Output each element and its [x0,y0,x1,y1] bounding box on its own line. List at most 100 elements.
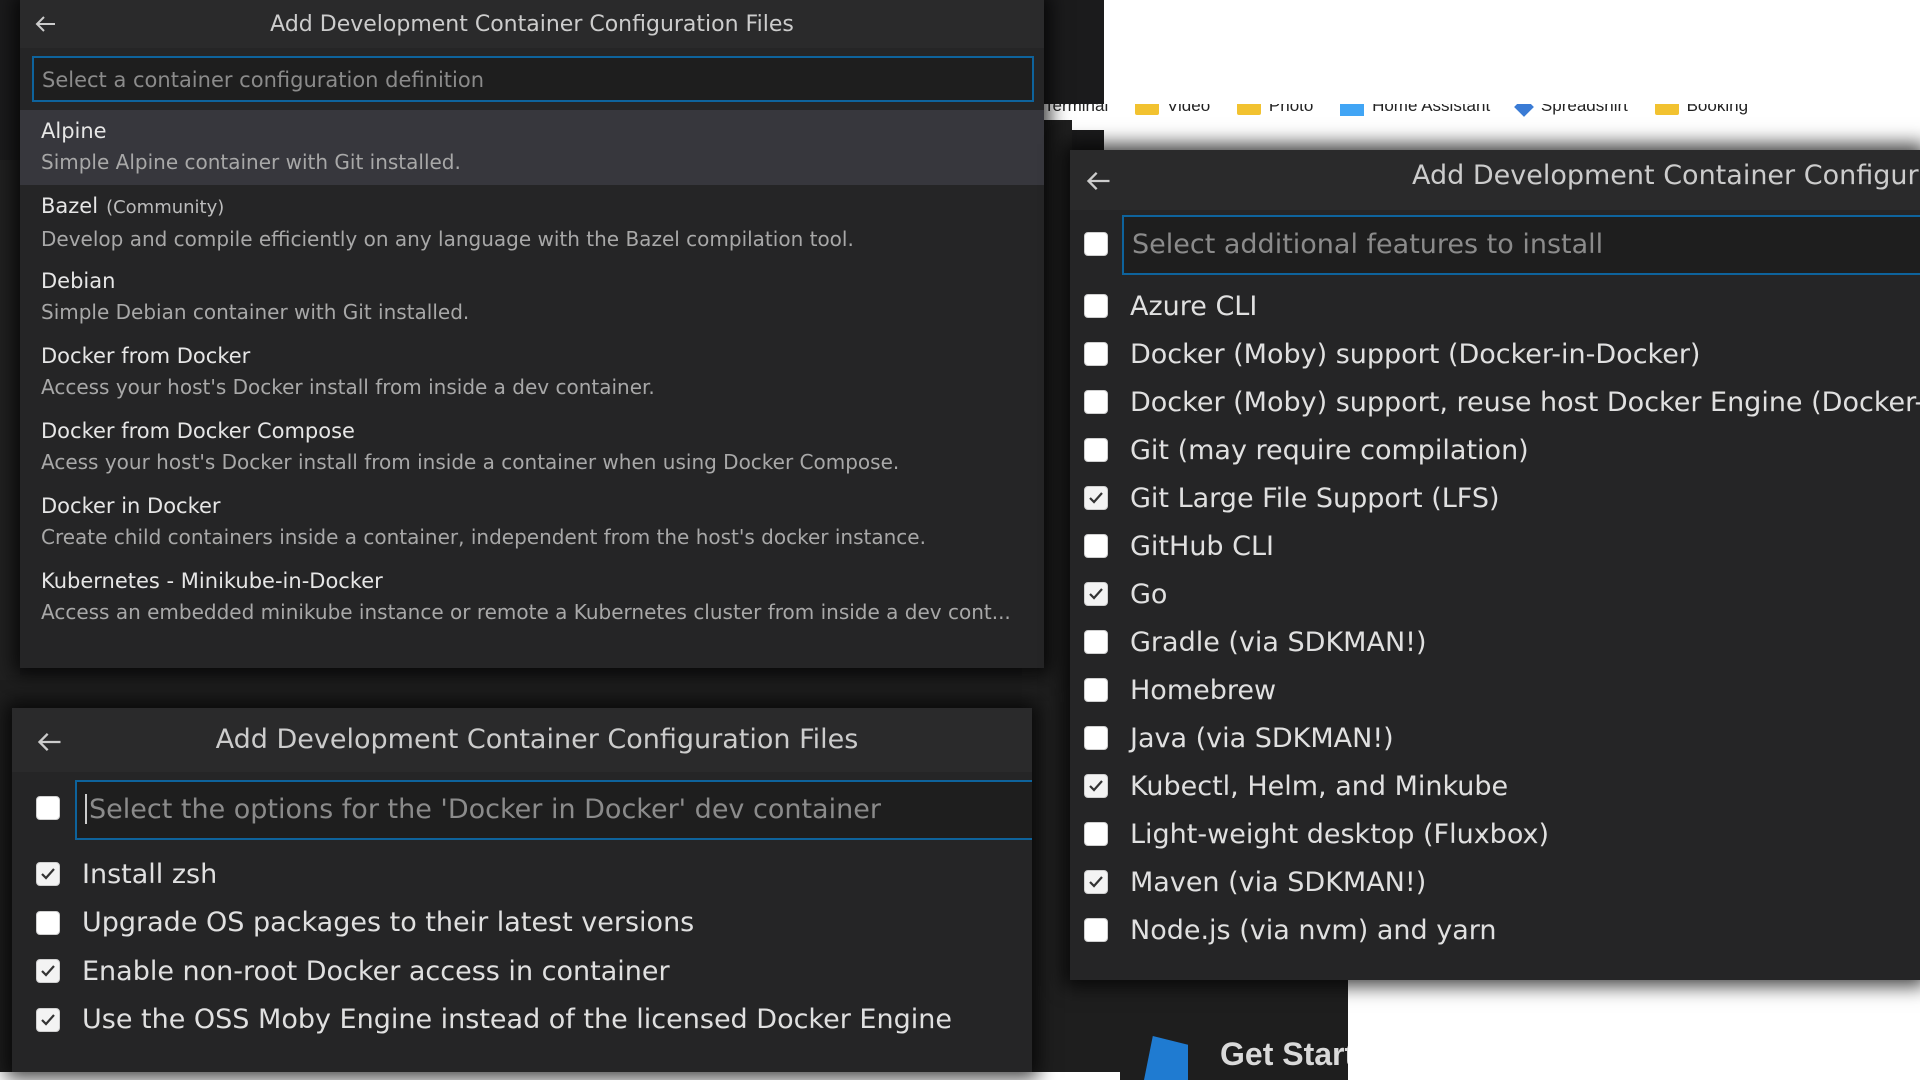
checkbox-icon[interactable] [1084,678,1108,702]
checkbox-icon[interactable] [1084,342,1108,366]
definition-description: Acess your host's Docker install from in… [41,450,900,474]
definition-description: Develop and compile efficiently on any l… [41,227,854,251]
checkbox-checked-icon[interactable] [36,959,60,984]
container-definition-quick-pick: Add Development Container Configuration … [20,0,1044,668]
checkbox-icon[interactable] [1084,438,1108,462]
quick-pick-title: Add Development Container Configura [1412,160,1920,191]
definition-item[interactable]: Docker from Docker Compose Acess your hos… [20,410,1044,485]
item-label: Enable non-root Docker access in contain… [82,955,670,987]
bookmark-home-assistant[interactable]: Home Assistant [1340,104,1490,116]
item-label: Git (may require compilation) [1130,434,1529,466]
select-all-checkbox[interactable] [36,796,60,820]
search-placeholder: Select the options for the 'Docker in Do… [89,794,881,825]
feature-item[interactable]: Azure CLI [1070,282,1920,330]
item-label: Gradle (via SDKMAN!) [1130,626,1427,658]
quick-pick-header: Add Development Container Configuration … [12,708,1032,772]
definition-item[interactable]: Debian Simple Debian container with Git i… [20,260,1044,335]
feature-item[interactable]: Light-weight desktop (Fluxbox) [1070,810,1920,858]
definition-description: Simple Debian container with Git install… [41,300,470,324]
options-list: Install zsh Upgrade OS packages to their … [12,850,1032,1044]
checkbox-checked-icon[interactable] [36,862,60,887]
search-input[interactable]: Select the options for the 'Docker in Do… [75,780,1032,840]
definition-item[interactable]: Docker in Docker Create child containers … [20,485,1044,560]
feature-item[interactable]: GitHub CLI [1070,522,1920,570]
back-arrow-icon[interactable] [1080,162,1118,200]
feature-item[interactable]: Java (via SDKMAN!) [1070,714,1920,762]
definition-description: Simple Alpine container with Git install… [41,150,461,174]
checkbox-icon[interactable] [1084,630,1108,654]
checkbox-icon[interactable] [1084,726,1108,750]
item-label: Install zsh [82,858,218,890]
definition-label: Bazel (Community) [41,191,1023,223]
get-started-label: Get Started [1220,1036,1348,1072]
get-started-tab[interactable]: Get Started [1120,1030,1348,1080]
select-all-checkbox[interactable] [1084,232,1108,256]
checkbox-icon[interactable] [1084,390,1108,414]
search-input[interactable]: Select a container configuration definit… [32,56,1034,102]
checkbox-checked-icon[interactable] [1084,870,1108,894]
quick-pick-title: Add Development Container Configuration … [270,12,794,37]
feature-item[interactable]: Docker (Moby) support (Docker-in-Docker) [1070,330,1920,378]
item-label: Kubectl, Helm, and Minkube [1130,770,1509,802]
feature-item[interactable]: Git (may require compilation) [1070,426,1920,474]
feature-item[interactable]: Kubectl, Helm, and Minkube [1070,762,1920,810]
item-label: Docker (Moby) support (Docker-in-Docker) [1130,338,1701,370]
definition-label: Docker from Docker [41,341,1023,371]
feature-item[interactable]: Homebrew [1070,666,1920,714]
item-label: Homebrew [1130,674,1277,706]
checkbox-checked-icon[interactable] [1084,774,1108,798]
folder-icon [1236,104,1261,115]
feature-item[interactable]: Gradle (via SDKMAN!) [1070,618,1920,666]
checkbox-icon[interactable] [1084,822,1108,846]
quick-pick-header: Add Development Container Configura [1070,150,1920,210]
item-label: Git Large File Support (LFS) [1130,482,1500,514]
item-label: Node.js (via nvm) and yarn [1130,914,1497,946]
definition-name: Kubernetes - Minikube-in-Docker [41,569,383,593]
feature-item[interactable]: Git Large File Support (LFS) [1070,474,1920,522]
feature-item[interactable]: Docker (Moby) support, reuse host Docker… [1070,378,1920,426]
folder-icon [1134,104,1159,115]
item-label: Use the OSS Moby Engine instead of the l… [82,1004,952,1036]
option-item[interactable]: Use the OSS Moby Engine instead of the l… [12,996,1032,1045]
definition-label: Debian [41,266,1023,296]
definition-item[interactable]: Bazel (Community) Develop and compile effi… [20,185,1044,260]
feature-item[interactable]: Maven (via SDKMAN!) [1070,858,1920,906]
definition-description: Create child containers inside a contain… [41,525,926,549]
definition-label: Alpine [41,116,1023,146]
bookmark-spreadshirt[interactable]: Spreadshirt [1514,104,1628,117]
quick-pick-header: Add Development Container Configuration … [20,0,1044,48]
item-label: Go [1130,578,1168,610]
checkbox-checked-icon[interactable] [36,1007,60,1032]
definition-item[interactable]: Docker from Docker Access your host's Doc… [20,335,1044,410]
item-label: Docker (Moby) support, reuse host Docker… [1130,386,1920,418]
bookmark-booking[interactable]: Booking [1654,104,1748,116]
option-item[interactable]: Install zsh [12,850,1032,899]
bookmark-video[interactable]: Video [1134,104,1210,116]
checkbox-icon[interactable] [36,910,60,935]
bookmark-photo[interactable]: Photo [1236,104,1313,116]
item-label: Maven (via SDKMAN!) [1130,866,1427,898]
definition-label: Kubernetes - Minikube-in-Docker [41,566,1023,596]
definition-name: Debian [41,269,116,293]
item-label: Light-weight desktop (Fluxbox) [1130,818,1550,850]
home-assistant-icon [1340,104,1365,116]
definition-name: Alpine [41,119,107,143]
checkbox-icon[interactable] [1084,534,1108,558]
bookmarks-bar: Terminal Video Photo Home Assistant Spre… [1020,104,1920,130]
vscode-logo-icon [1144,1036,1188,1080]
search-input[interactable]: Select additional features to install [1122,215,1920,275]
features-quick-pick: Add Development Container Configura Sele… [1070,150,1920,980]
checkbox-icon[interactable] [1084,918,1108,942]
item-label: Java (via SDKMAN!) [1130,722,1394,754]
definition-item[interactable]: Alpine Simple Alpine container with Git i… [20,110,1044,185]
item-label: Azure CLI [1130,290,1258,322]
option-item[interactable]: Upgrade OS packages to their latest vers… [12,899,1032,948]
definition-item[interactable]: Kubernetes - Minikube-in-Docker Access an… [20,560,1044,635]
feature-item[interactable]: Go [1070,570,1920,618]
checkbox-checked-icon[interactable] [1084,486,1108,510]
checkbox-icon[interactable] [1084,294,1108,318]
checkbox-checked-icon[interactable] [1084,582,1108,606]
feature-item[interactable]: Node.js (via nvm) and yarn [1070,906,1920,954]
features-list: Azure CLI Docker (Moby) support (Docker-i… [1070,282,1920,954]
option-item[interactable]: Enable non-root Docker access in contain… [12,947,1032,996]
